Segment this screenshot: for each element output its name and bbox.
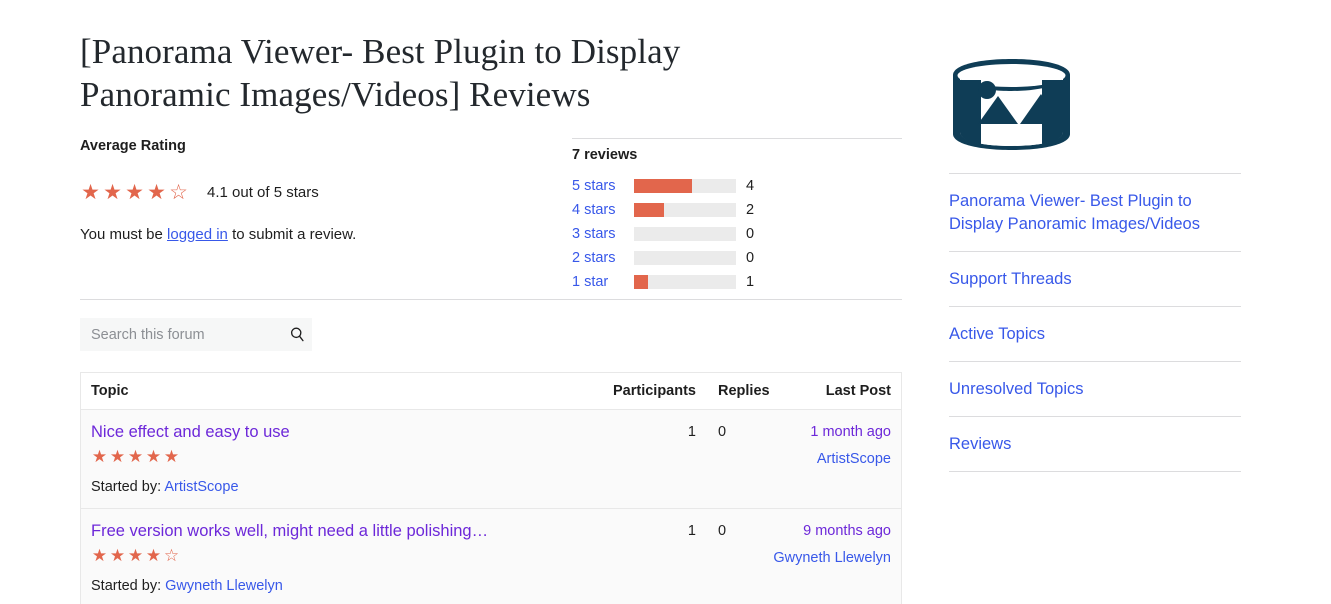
search-button[interactable] xyxy=(282,318,312,351)
last-post-cell-1: 9 months ago Gwyneth Llewelyn xyxy=(771,521,901,594)
header-last-post: Last Post xyxy=(825,383,891,399)
table-row: Free version works well, might need a li… xyxy=(81,509,901,604)
sidebar-item-support-threads[interactable]: Support Threads xyxy=(949,252,1241,307)
sidebar-nav: Panorama Viewer- Best Plugin to Display … xyxy=(949,173,1241,472)
star-filled-icon: ★ xyxy=(91,447,108,466)
section-divider xyxy=(80,299,902,300)
rating-bar-count-2: 0 xyxy=(746,226,755,242)
table-body: Nice effect and easy to use ★ ★ ★ ★ ★ Starte… xyxy=(81,410,901,604)
started-by-author-0[interactable]: ArtistScope xyxy=(164,479,238,495)
sidebar-item-active-topics[interactable]: Active Topics xyxy=(949,307,1241,362)
topic-cell: Free version works well, might need a li… xyxy=(81,521,600,594)
rating-bar-track-3 xyxy=(634,251,736,265)
average-rating-block: Average Rating ★ ★ ★ ★ ☆ 4.1 out of 5 stars … xyxy=(80,138,510,243)
panorama-viewer-logo xyxy=(953,59,1070,150)
last-post-time-1[interactable]: 9 months ago xyxy=(771,521,891,541)
last-post-author-1[interactable]: Gwyneth Llewelyn xyxy=(771,548,891,568)
star-filled-icon: ★ xyxy=(81,181,100,204)
table-header-row: Topic Participants Replies Last Post xyxy=(81,373,901,410)
rating-bar-fill-4 xyxy=(634,275,649,289)
last-post-cell-0: 1 month ago ArtistScope xyxy=(771,422,901,495)
rating-bar-track-4 xyxy=(634,275,736,289)
average-rating-label: Average Rating xyxy=(80,138,186,154)
star-filled-icon: ★ xyxy=(127,447,144,466)
login-note-suffix: to submit a review. xyxy=(227,226,357,243)
star-filled-icon: ★ xyxy=(145,546,162,565)
rating-bar-track-2 xyxy=(634,227,736,241)
header-participants: Participants xyxy=(613,383,696,399)
star-filled-icon: ★ xyxy=(109,546,126,565)
rating-bar-row: 5 stars 4 xyxy=(572,174,902,198)
replies-cell-0: 0 xyxy=(718,424,727,440)
last-post-time-0[interactable]: 1 month ago xyxy=(771,422,891,442)
rating-bar-count-4: 1 xyxy=(746,274,755,290)
average-rating-stars: ★ ★ ★ ★ ☆ xyxy=(80,182,189,203)
topic-link-1[interactable]: Free version works well, might need a li… xyxy=(91,521,600,541)
header-topic: Topic xyxy=(91,383,129,399)
star-filled-icon: ★ xyxy=(147,181,166,204)
rating-bar-count-3: 0 xyxy=(746,250,755,266)
rating-bar-fill-1 xyxy=(634,203,664,217)
started-by-author-1[interactable]: Gwyneth Llewelyn xyxy=(165,578,283,594)
topic-cell: Nice effect and easy to use ★ ★ ★ ★ ★ Starte… xyxy=(81,422,600,495)
star-filled-icon: ★ xyxy=(109,447,126,466)
page-title: [Panorama Viewer- Best Plugin to Display… xyxy=(80,32,681,114)
star-filled-icon: ★ xyxy=(91,546,108,565)
login-note-prefix: You must be xyxy=(80,226,168,243)
forum-search[interactable] xyxy=(80,318,312,351)
rating-bar-row: 2 stars 0 xyxy=(572,246,902,270)
header-replies: Replies xyxy=(718,383,770,399)
rating-bar-count-1: 2 xyxy=(746,202,755,218)
average-rating-text: 4.1 out of 5 stars xyxy=(207,184,319,201)
logged-in-link[interactable]: logged in xyxy=(167,226,228,243)
last-post-author-0[interactable]: ArtistScope xyxy=(771,449,891,469)
search-input[interactable] xyxy=(80,318,282,351)
participants-cell-1: 1 xyxy=(687,523,696,539)
topic-rating-stars-1: ★ ★ ★ ★ ☆ xyxy=(91,546,600,565)
review-breakdown: 7 reviews 5 stars 4 4 stars 2 3 stars 0 … xyxy=(572,138,902,294)
star-filled-icon: ★ xyxy=(145,447,162,466)
rating-bar-label-3[interactable]: 2 stars xyxy=(572,250,634,266)
average-rating-row: ★ ★ ★ ★ ☆ 4.1 out of 5 stars xyxy=(80,182,510,203)
participants-cell-0: 1 xyxy=(687,424,696,440)
star-filled-icon: ★ xyxy=(125,181,144,204)
topic-rating-stars-0: ★ ★ ★ ★ ★ xyxy=(91,447,600,466)
rating-bars: 5 stars 4 4 stars 2 3 stars 0 2 stars 0 … xyxy=(572,174,902,294)
rating-bar-label-1[interactable]: 4 stars xyxy=(572,202,634,218)
rating-bar-label-0[interactable]: 5 stars xyxy=(572,178,634,194)
main-content: [Panorama Viewer- Best Plugin to Display… xyxy=(80,0,902,604)
topics-table: Topic Participants Replies Last Post Nic… xyxy=(80,372,902,604)
sidebar-item-unresolved-topics[interactable]: Unresolved Topics xyxy=(949,362,1241,417)
search-icon xyxy=(290,327,304,342)
sidebar-item-reviews[interactable]: Reviews xyxy=(949,417,1241,472)
rating-bar-count-0: 4 xyxy=(746,178,755,194)
reviews-count: 7 reviews xyxy=(572,147,638,163)
rating-bar-label-2[interactable]: 3 stars xyxy=(572,226,634,242)
sidebar-item-plugin[interactable]: Panorama Viewer- Best Plugin to Display … xyxy=(949,174,1241,252)
star-empty-icon: ☆ xyxy=(163,546,180,565)
rating-bar-fill-0 xyxy=(634,179,693,193)
star-filled-icon: ★ xyxy=(127,546,144,565)
rating-bar-row: 4 stars 2 xyxy=(572,198,902,222)
table-row: Nice effect and easy to use ★ ★ ★ ★ ★ Starte… xyxy=(81,410,901,509)
started-by-1: Started by: Gwyneth Llewelyn xyxy=(91,578,283,594)
topic-link-0[interactable]: Nice effect and easy to use xyxy=(91,422,600,442)
star-empty-icon: ☆ xyxy=(169,181,188,204)
reviews-page: [Panorama Viewer- Best Plugin to Display… xyxy=(0,0,1331,604)
star-filled-icon: ★ xyxy=(103,181,122,204)
rating-bar-row: 3 stars 0 xyxy=(572,222,902,246)
rating-bar-label-4[interactable]: 1 star xyxy=(572,274,634,290)
rating-bar-track-0 xyxy=(634,179,736,193)
started-by-0: Started by: ArtistScope xyxy=(91,479,239,495)
star-filled-icon: ★ xyxy=(163,447,180,466)
sidebar: Panorama Viewer- Best Plugin to Display … xyxy=(949,0,1241,472)
rating-bar-row: 1 star 1 xyxy=(572,270,902,294)
replies-cell-1: 0 xyxy=(718,523,727,539)
login-note: You must be logged in to submit a review… xyxy=(80,226,510,243)
rating-bar-track-1 xyxy=(634,203,736,217)
